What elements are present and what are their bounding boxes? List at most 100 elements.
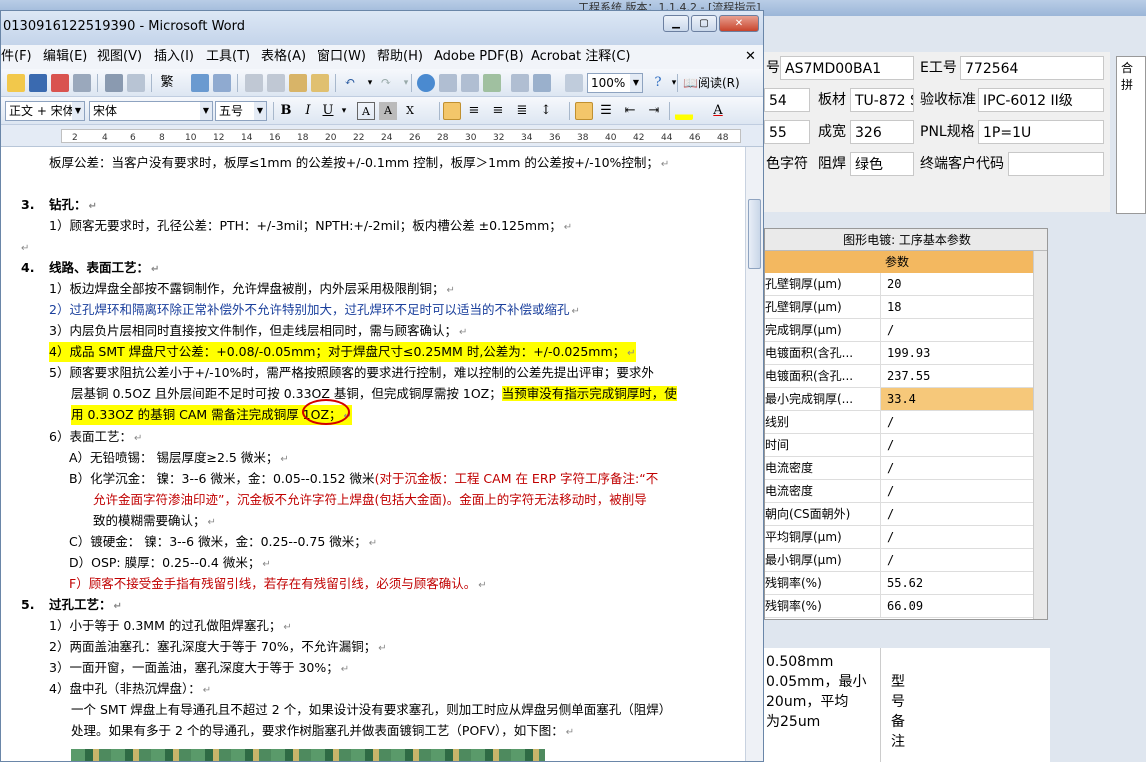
menu-table[interactable]: 表格(A) bbox=[261, 45, 306, 69]
table-row[interactable]: 电流密度 / bbox=[765, 457, 1033, 480]
table-row[interactable]: 线别 / bbox=[765, 411, 1033, 434]
bullets-icon[interactable]: ☰ bbox=[597, 102, 615, 120]
chevron-down-icon: ▼ bbox=[200, 102, 212, 120]
traditional-chinese-icon[interactable]: 繁 bbox=[157, 74, 177, 92]
job-number-field[interactable]: AS7MD00BA1 bbox=[780, 56, 914, 80]
underline-dropdown-icon[interactable]: ▾ bbox=[335, 102, 353, 120]
tables-borders-icon[interactable] bbox=[439, 74, 457, 92]
insert-table-icon[interactable] bbox=[461, 74, 479, 92]
cut-icon[interactable] bbox=[245, 74, 263, 92]
note-line: 为25um bbox=[766, 714, 821, 730]
align-center-icon[interactable]: ≡ bbox=[465, 102, 483, 120]
hyperlink-icon[interactable] bbox=[417, 74, 435, 92]
menu-file[interactable]: 件(F) bbox=[1, 45, 32, 69]
line-text: 4）盘中孔（非热沉焊盘）： bbox=[49, 681, 201, 696]
char-shading-button[interactable]: A bbox=[379, 102, 397, 120]
menu-window[interactable]: 窗口(W) bbox=[317, 45, 366, 69]
value-field[interactable]: 55 bbox=[764, 120, 810, 144]
redo-dropdown-icon[interactable]: ▾ bbox=[397, 74, 415, 92]
table-row-selected[interactable]: 最小完成铜厚(... 33.4 bbox=[765, 388, 1033, 411]
paragraph-line: 3）内层负片层相同时直接按文件制作，但走线层相同时，需与顾客确认； ↵ bbox=[49, 323, 468, 338]
highlight-icon[interactable] bbox=[675, 102, 693, 120]
menu-edit[interactable]: 编辑(E) bbox=[43, 45, 87, 69]
undo-icon[interactable]: ↶ bbox=[341, 74, 359, 92]
table-row[interactable]: 时间 / bbox=[765, 434, 1033, 457]
char-scale-button[interactable]: X bbox=[401, 102, 419, 120]
document-map-icon[interactable] bbox=[565, 74, 583, 92]
style-select[interactable]: 正文 + 宋体 ▼ bbox=[5, 101, 85, 121]
menu-acrobat-comments[interactable]: Acrobat 注释(C) bbox=[531, 45, 631, 69]
vertical-scrollbar[interactable] bbox=[745, 147, 763, 761]
font-select[interactable]: 宋体 ▼ bbox=[89, 101, 213, 121]
table-row[interactable]: 完成铜厚(μm) / bbox=[765, 319, 1033, 342]
print-icon[interactable] bbox=[105, 74, 123, 92]
pnl-spec-field[interactable]: 1P=1U bbox=[978, 120, 1104, 144]
field-label: 终端客户代码 bbox=[920, 156, 1004, 172]
board-material-field[interactable]: TU-872 S bbox=[850, 88, 914, 112]
char-border-button[interactable]: A bbox=[357, 102, 375, 120]
field-label: 板材 bbox=[818, 92, 846, 108]
print-preview-icon[interactable] bbox=[127, 74, 145, 92]
insert-excel-icon[interactable] bbox=[483, 74, 501, 92]
paragraph-line: 板厚公差：当客户没有要求时，板厚≤1mm 的公差按+/-0.1mm 控制，板厚＞… bbox=[49, 155, 670, 170]
permission-icon[interactable] bbox=[51, 74, 69, 92]
finished-width-field[interactable]: 326 bbox=[850, 120, 914, 144]
table-row[interactable]: 电镀面积(含孔... 237.55 bbox=[765, 365, 1033, 388]
table-row[interactable]: 最小铜厚(μm) / bbox=[765, 549, 1033, 572]
numbering-button[interactable] bbox=[575, 102, 593, 120]
redo-icon[interactable]: ↷ bbox=[377, 74, 395, 92]
line-spacing-icon[interactable]: ↕ bbox=[537, 102, 555, 120]
menu-view[interactable]: 视图(V) bbox=[97, 45, 142, 69]
close-document-icon[interactable]: ✕ bbox=[745, 45, 756, 69]
menu-insert[interactable]: 插入(I) bbox=[154, 45, 194, 69]
background-empty-area bbox=[1052, 648, 1146, 762]
table-row[interactable]: 残铜率(%) 55.62 bbox=[765, 572, 1033, 595]
help-dropdown-icon[interactable]: ▾ bbox=[665, 74, 683, 92]
table-row[interactable]: 朝向(CS面朝外) / bbox=[765, 503, 1033, 526]
zoom-select[interactable]: 100% ▼ bbox=[587, 73, 643, 93]
table-row[interactable]: 平均铜厚(μm) / bbox=[765, 526, 1033, 549]
maximize-button[interactable]: ▢ bbox=[691, 15, 717, 32]
acceptance-standard-field[interactable]: IPC-6012 II级 bbox=[978, 88, 1104, 112]
menu-adobe-pdf[interactable]: Adobe PDF(B) bbox=[434, 45, 524, 69]
end-customer-code-field[interactable] bbox=[1008, 152, 1104, 176]
paste-icon[interactable] bbox=[289, 74, 307, 92]
align-right-icon[interactable]: ≡ bbox=[489, 102, 507, 120]
minimize-button[interactable]: ▁ bbox=[663, 15, 689, 32]
paragraph-line: 3）一面开窗，一面盖油，塞孔深度大于等于 30%； ↵ bbox=[49, 660, 350, 675]
decrease-indent-icon[interactable]: ⇤ bbox=[621, 102, 639, 120]
save-icon[interactable] bbox=[29, 74, 47, 92]
table-row[interactable]: 残铜率(%) 66.09 bbox=[765, 595, 1033, 618]
value-field[interactable]: 54 bbox=[764, 88, 810, 112]
open-icon[interactable] bbox=[7, 74, 25, 92]
menu-help[interactable]: 帮助(H) bbox=[377, 45, 423, 69]
e-job-field[interactable]: 772564 bbox=[960, 56, 1104, 80]
table-row[interactable]: 孔壁铜厚(μm) 18 bbox=[765, 296, 1033, 319]
close-window-button[interactable]: ✕ bbox=[719, 15, 759, 32]
row-name: 完成铜厚(μm) bbox=[765, 319, 881, 341]
format-painter-icon[interactable] bbox=[311, 74, 329, 92]
table-row[interactable]: 电流密度 / bbox=[765, 480, 1033, 503]
justify-icon[interactable]: ≣ bbox=[513, 102, 531, 120]
columns-icon[interactable] bbox=[511, 74, 529, 92]
research-icon[interactable] bbox=[213, 74, 231, 92]
scrollbar-thumb[interactable] bbox=[748, 199, 761, 269]
horizontal-ruler[interactable]: 2 4 6 8 10 12 14 16 18 20 22 24 26 28 30… bbox=[1, 125, 763, 147]
font-color-icon[interactable]: A bbox=[709, 102, 727, 120]
font-size-select[interactable]: 五号 ▼ bbox=[215, 101, 267, 121]
align-left-button[interactable] bbox=[443, 102, 461, 120]
document-body[interactable]: 板厚公差：当客户没有要求时，板厚≤1mm 的公差按+/-0.1mm 控制，板厚＞… bbox=[1, 147, 745, 761]
menu-tools[interactable]: 工具(T) bbox=[206, 45, 250, 69]
solder-mask-field[interactable]: 绿色 bbox=[850, 152, 914, 176]
table-row[interactable]: 电镀面积(含孔... 199.93 bbox=[765, 342, 1033, 365]
increase-indent-icon[interactable]: ⇥ bbox=[645, 102, 663, 120]
copy-icon[interactable] bbox=[267, 74, 285, 92]
reading-mode-button[interactable]: 📖阅读(R) bbox=[683, 74, 740, 92]
grid-scrollbar[interactable] bbox=[1033, 251, 1047, 619]
drawing-icon[interactable] bbox=[533, 74, 551, 92]
spelling-icon[interactable] bbox=[191, 74, 209, 92]
email-icon[interactable] bbox=[73, 74, 91, 92]
italic-button[interactable]: I bbox=[299, 102, 317, 120]
table-row[interactable]: 孔壁铜厚(μm) 20 bbox=[765, 273, 1033, 296]
bold-button[interactable]: B bbox=[277, 102, 295, 120]
